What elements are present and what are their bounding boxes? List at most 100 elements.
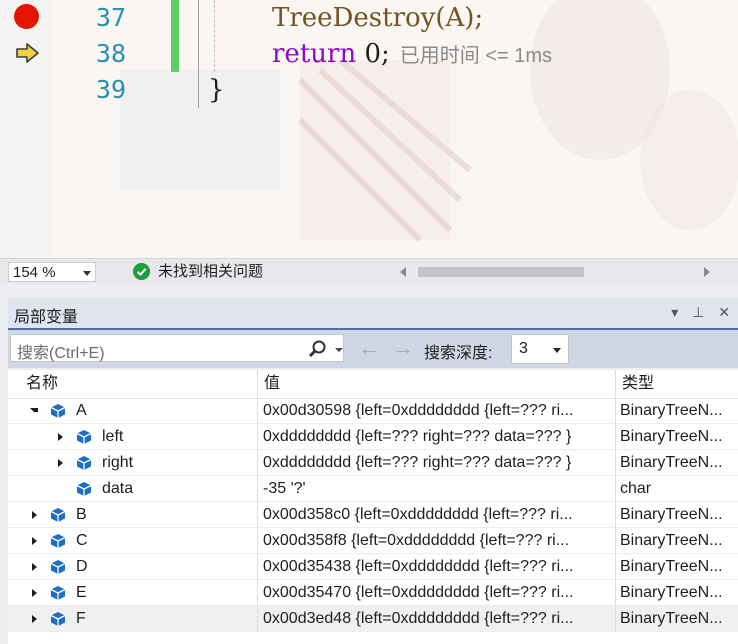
- value-cell[interactable]: 0x00d358c0 {left=0xdddddddd {left=??? ri…: [258, 502, 616, 528]
- code-text: TreeDestroy(A);: [272, 3, 484, 33]
- variable-name: B: [76, 506, 87, 523]
- current-statement-arrow-icon[interactable]: [15, 42, 41, 64]
- column-header-name[interactable]: 名称: [8, 370, 258, 398]
- value-cell[interactable]: 0x00d358f8 {left=0xdddddddd {left=??? ri…: [258, 528, 616, 554]
- variable-name: E: [76, 584, 87, 601]
- chevron-down-icon: [553, 348, 561, 353]
- line-number: 38: [95, 39, 126, 68]
- chevron-down-icon: [83, 271, 91, 276]
- collapsed-arrow-icon[interactable]: [32, 563, 37, 571]
- name-cell[interactable]: A: [8, 398, 258, 424]
- collapsed-arrow-icon[interactable]: [32, 511, 37, 519]
- name-cell[interactable]: right: [8, 450, 258, 476]
- name-cell[interactable]: C: [8, 528, 258, 554]
- locals-panel-header: 局部变量 ▾ ⊥ ✕: [8, 298, 738, 330]
- perf-tip[interactable]: 已用时间 <= 1ms: [400, 45, 552, 67]
- code-line-39[interactable]: 39 }: [0, 72, 738, 108]
- table-row[interactable]: F 0x00d3ed48 {left=0xdddddddd {left=??? r…: [8, 606, 738, 632]
- table-row[interactable]: data -35 '?' char: [8, 476, 738, 502]
- code-text: return 0; 已用时间 <= 1ms: [272, 36, 552, 74]
- table-row[interactable]: right 0xdddddddd {left=??? right=??? data…: [8, 450, 738, 476]
- variable-name: right: [102, 454, 134, 471]
- value-cell[interactable]: 0xdddddddd {left=??? right=??? data=??? …: [258, 450, 616, 476]
- scrollbar-thumb[interactable]: [418, 267, 584, 277]
- code-line-37[interactable]: 37 TreeDestroy(A);: [0, 0, 738, 36]
- search-next-icon[interactable]: →: [392, 336, 414, 360]
- field-cube-icon: [50, 508, 66, 522]
- collapsed-arrow-icon[interactable]: [32, 589, 37, 597]
- variable-name: D: [76, 558, 88, 575]
- table-row[interactable]: A 0x00d30598 {left=0xdddddddd {left=??? r…: [8, 398, 738, 424]
- value-cell[interactable]: 0xdddddddd {left=??? right=??? data=??? …: [258, 424, 616, 450]
- type-cell: BinaryTreeN...: [620, 532, 723, 549]
- issues-status-text[interactable]: 未找到相关问题: [158, 262, 263, 282]
- search-options-chevron-icon[interactable]: [335, 348, 343, 352]
- column-header-type[interactable]: 类型: [616, 370, 738, 398]
- field-cube-icon: [76, 482, 92, 496]
- table-row[interactable]: E 0x00d35470 {left=0xdddddddd {left=??? r…: [8, 580, 738, 606]
- field-cube-icon: [76, 456, 92, 470]
- name-cell[interactable]: F: [8, 606, 258, 632]
- zoom-value: 154 %: [13, 264, 56, 281]
- breakpoint-icon[interactable]: [14, 4, 39, 29]
- search-previous-icon[interactable]: ←: [358, 336, 380, 360]
- variable-name: data: [102, 480, 134, 497]
- panel-separator[interactable]: [0, 284, 738, 298]
- collapsed-arrow-icon[interactable]: [58, 459, 63, 467]
- search-icon[interactable]: [307, 339, 327, 359]
- field-cube-icon: [50, 560, 66, 574]
- name-cell[interactable]: B: [8, 502, 258, 528]
- search-depth-select[interactable]: 3: [511, 334, 569, 364]
- type-cell: char: [620, 480, 652, 497]
- field-cube-icon: [50, 534, 66, 548]
- value-cell[interactable]: 0x00d3ed48 {left=0xdddddddd {left=??? ri…: [258, 606, 616, 632]
- search-depth-label: 搜索深度:: [424, 345, 493, 362]
- scroll-right-icon[interactable]: [704, 267, 710, 277]
- check-circle-icon: [133, 263, 150, 280]
- pin-icon[interactable]: ⊥: [692, 304, 704, 320]
- table-row[interactable]: B 0x00d358c0 {left=0xdddddddd {left=??? r…: [8, 502, 738, 528]
- name-cell[interactable]: left: [8, 424, 258, 450]
- scroll-left-icon[interactable]: [400, 267, 406, 277]
- field-cube-icon: [50, 404, 66, 418]
- type-cell: BinaryTreeN...: [620, 454, 723, 471]
- value-cell[interactable]: -35 '?': [258, 476, 616, 502]
- code-editor[interactable]: 37 TreeDestroy(A); 38 return 0; 已用时间 <= 1…: [0, 0, 738, 258]
- type-cell: BinaryTreeN...: [620, 584, 723, 601]
- value-cell[interactable]: 0x00d35470 {left=0xdddddddd {left=??? ri…: [258, 580, 616, 606]
- column-header-value[interactable]: 值: [258, 370, 616, 398]
- name-cell[interactable]: D: [8, 554, 258, 580]
- close-icon[interactable]: ✕: [718, 304, 730, 320]
- value-cell[interactable]: 0x00d30598 {left=0xdddddddd {left=??? ri…: [258, 398, 616, 424]
- collapsed-arrow-icon[interactable]: [32, 615, 37, 623]
- field-cube-icon: [50, 586, 66, 600]
- variable-name: left: [102, 428, 124, 445]
- table-row[interactable]: left 0xdddddddd {left=??? right=??? data=…: [8, 424, 738, 450]
- search-input[interactable]: 搜索(Ctrl+E): [17, 339, 105, 363]
- table-row[interactable]: C 0x00d358f8 {left=0xdddddddd {left=??? r…: [8, 528, 738, 554]
- type-cell: BinaryTreeN...: [620, 402, 723, 419]
- variable-name: A: [76, 402, 87, 419]
- field-cube-icon: [50, 612, 66, 626]
- name-cell[interactable]: data: [8, 476, 258, 502]
- table-row[interactable]: D 0x00d35438 {left=0xdddddddd {left=??? r…: [8, 554, 738, 580]
- field-cube-icon: [76, 430, 92, 444]
- grid-header: 名称 值 类型: [8, 370, 738, 399]
- zoom-select[interactable]: 154 %: [8, 262, 96, 282]
- code-line-38[interactable]: 38 return 0; 已用时间 <= 1ms: [0, 36, 738, 72]
- panel-title: 局部变量: [14, 309, 79, 326]
- editor-status-bar: 154 % 未找到相关问题: [0, 258, 738, 285]
- collapsed-arrow-icon[interactable]: [58, 433, 63, 441]
- value-cell[interactable]: 0x00d35438 {left=0xdddddddd {left=??? ri…: [258, 554, 616, 580]
- horizontal-scrollbar[interactable]: [396, 264, 718, 280]
- expanded-arrow-icon[interactable]: [30, 408, 38, 412]
- keyword-return: return: [272, 39, 357, 69]
- panel-menu-icon[interactable]: ▾: [671, 304, 678, 320]
- code-text: }: [208, 75, 225, 105]
- panel-window-controls: ▾ ⊥ ✕: [661, 304, 730, 321]
- type-cell: BinaryTreeN...: [620, 610, 723, 627]
- collapsed-arrow-icon[interactable]: [32, 537, 37, 545]
- variable-name: F: [76, 610, 86, 627]
- name-cell[interactable]: E: [8, 580, 258, 606]
- search-box[interactable]: 搜索(Ctrl+E): [10, 334, 344, 362]
